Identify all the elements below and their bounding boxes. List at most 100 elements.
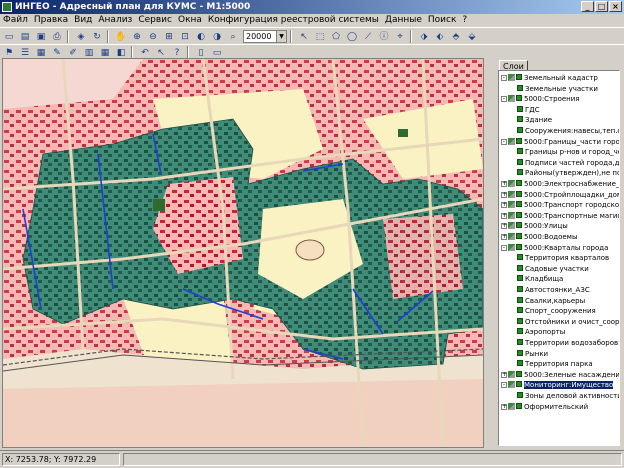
- layer-item[interactable]: ГДС: [517, 105, 540, 115]
- layer-group[interactable]: +5000:Стройплощадки_дома стр: [501, 190, 619, 200]
- visibility-checkbox[interactable]: [516, 402, 522, 409]
- layer-group[interactable]: +5000:Электроснабжение_Стро: [501, 179, 619, 189]
- layer-group[interactable]: + Оформительский: [501, 402, 588, 412]
- layer-item[interactable]: Спорт_сооружения: [517, 306, 596, 316]
- layer-item[interactable]: Отстойники и очист_сооруж: [517, 317, 619, 327]
- layer-group[interactable]: - 5000:Кварталы города: [501, 243, 608, 253]
- layer-group[interactable]: +5000:Улицы: [501, 221, 568, 231]
- menu-file[interactable]: Файл: [0, 14, 31, 27]
- layer-item[interactable]: Рынки: [517, 349, 548, 359]
- layer-tree[interactable]: - Земельный кадастр Земельные участки - 5000…: [498, 70, 620, 446]
- visibility-checkbox[interactable]: [517, 296, 523, 303]
- select-circle-icon[interactable]: ◯: [345, 30, 359, 44]
- menu-edit[interactable]: Правка: [31, 14, 71, 27]
- layer-item[interactable]: Автостоянки_АЗС: [517, 285, 590, 295]
- refresh-icon[interactable]: ↻: [90, 30, 104, 44]
- visibility-checkbox[interactable]: [517, 158, 523, 165]
- zoom-out-icon[interactable]: ⊖: [146, 30, 160, 44]
- layer-item[interactable]: Подписи частей города,де: [517, 158, 619, 168]
- maximize-button[interactable]: □: [595, 1, 608, 12]
- visibility-checkbox[interactable]: [516, 233, 522, 239]
- visibility-checkbox[interactable]: [517, 339, 523, 345]
- visibility-checkbox[interactable]: [516, 74, 522, 80]
- scale-icon[interactable]: ⌕: [226, 30, 240, 44]
- visibility-checkbox[interactable]: [517, 317, 523, 324]
- menu-registry-config[interactable]: Конфигурация реестровой системы: [205, 14, 382, 27]
- visibility-checkbox[interactable]: [517, 127, 523, 133]
- visibility-checkbox[interactable]: [516, 243, 522, 250]
- select-polygon-icon[interactable]: ⬠: [329, 30, 343, 44]
- visibility-checkbox[interactable]: [516, 190, 522, 197]
- layer-group[interactable]: +5000:Транспорт городской: [501, 200, 619, 210]
- visibility-checkbox[interactable]: [517, 307, 523, 314]
- print-icon[interactable]: ⎙: [50, 30, 64, 44]
- expand-icon[interactable]: +: [501, 234, 507, 240]
- visibility-checkbox[interactable]: [517, 84, 523, 91]
- chevron-down-icon[interactable]: ▼: [276, 31, 286, 42]
- map-canvas[interactable]: [2, 58, 484, 448]
- expand-icon[interactable]: +: [501, 223, 507, 230]
- zoom-extent-icon[interactable]: ⊡: [178, 30, 192, 44]
- collapse-icon[interactable]: -: [501, 138, 507, 145]
- layer-group[interactable]: +5000:Транспортные магистра: [501, 211, 619, 221]
- select-arrow-icon[interactable]: ↖: [297, 30, 311, 44]
- select-rect-icon[interactable]: ⬚: [313, 30, 327, 44]
- layer-item[interactable]: Территория парка: [517, 359, 593, 369]
- expand-icon[interactable]: +: [501, 191, 507, 198]
- layer-group[interactable]: - Земельный кадастр: [501, 73, 598, 83]
- menu-windows[interactable]: Окна: [175, 14, 205, 27]
- layer-item[interactable]: Территория кварталов: [517, 253, 609, 263]
- visibility-checkbox[interactable]: [517, 328, 523, 335]
- menu-service[interactable]: Сервис: [135, 14, 175, 27]
- visibility-checkbox[interactable]: [517, 286, 523, 292]
- select-line-icon[interactable]: ⟋: [361, 30, 375, 44]
- menu-data[interactable]: Данные: [382, 14, 425, 27]
- expand-icon[interactable]: +: [501, 181, 507, 187]
- visibility-checkbox[interactable]: [517, 148, 523, 155]
- scale-combobox[interactable]: 20000 ▼: [243, 30, 287, 43]
- save-icon[interactable]: ▣: [34, 30, 48, 44]
- layer-item[interactable]: Свалки,карьеры: [517, 296, 585, 306]
- visibility-checkbox[interactable]: [517, 349, 523, 356]
- layer-item[interactable]: Кладбища: [517, 274, 563, 284]
- edit-add-icon[interactable]: ⬖: [433, 30, 447, 44]
- visibility-checkbox[interactable]: [517, 105, 523, 112]
- minimize-button[interactable]: _: [581, 1, 594, 12]
- layer-item[interactable]: Аэропорты: [517, 327, 565, 337]
- zoom-window-icon[interactable]: ⊞: [162, 30, 176, 44]
- measure-icon[interactable]: ⌖: [393, 30, 407, 44]
- visibility-checkbox[interactable]: [516, 95, 522, 102]
- edit-node-icon[interactable]: ⬗: [417, 30, 431, 44]
- layer-item[interactable]: Садовые участки: [517, 264, 589, 274]
- close-button[interactable]: ×: [609, 1, 622, 12]
- collapse-icon[interactable]: -: [501, 382, 507, 389]
- menu-view[interactable]: Вид: [71, 14, 95, 27]
- layer-group[interactable]: - Мониторинг:Имущество: [501, 380, 614, 390]
- layer-item[interactable]: Земельные участки: [517, 84, 598, 94]
- visibility-checkbox[interactable]: [517, 169, 523, 176]
- visibility-checkbox[interactable]: [517, 360, 523, 367]
- expand-icon[interactable]: +: [501, 202, 507, 209]
- expand-icon[interactable]: +: [501, 371, 507, 378]
- expand-icon[interactable]: +: [501, 212, 507, 219]
- zoom-previous-icon[interactable]: ◐: [194, 30, 208, 44]
- visibility-checkbox[interactable]: [516, 370, 522, 377]
- layer-item[interactable]: Районы(утвержден),не под: [517, 168, 619, 178]
- menu-analysis[interactable]: Анализ: [95, 14, 135, 27]
- visibility-checkbox[interactable]: [516, 211, 522, 218]
- new-icon[interactable]: ▭: [2, 30, 16, 44]
- expand-icon[interactable]: +: [501, 403, 507, 410]
- collapse-icon[interactable]: -: [501, 75, 507, 81]
- zoom-next-icon[interactable]: ◑: [210, 30, 224, 44]
- layer-item[interactable]: Территории водозаборов: [517, 338, 618, 348]
- layer-item[interactable]: Сооружения:навесы,теп.с: [517, 126, 619, 136]
- layer-group[interactable]: - 5000:Границы_части города_д: [501, 137, 619, 147]
- pan-hand-icon[interactable]: ✋: [114, 30, 128, 44]
- visibility-checkbox[interactable]: [517, 392, 523, 398]
- layer-item[interactable]: Зоны деловой активности: [517, 391, 619, 401]
- visibility-checkbox[interactable]: [516, 222, 522, 229]
- visibility-checkbox[interactable]: [517, 254, 523, 261]
- edit-split-icon[interactable]: ⬙: [465, 30, 479, 44]
- layer-settings-icon[interactable]: ◈: [74, 30, 88, 44]
- edit-merge-icon[interactable]: ⬘: [449, 30, 463, 44]
